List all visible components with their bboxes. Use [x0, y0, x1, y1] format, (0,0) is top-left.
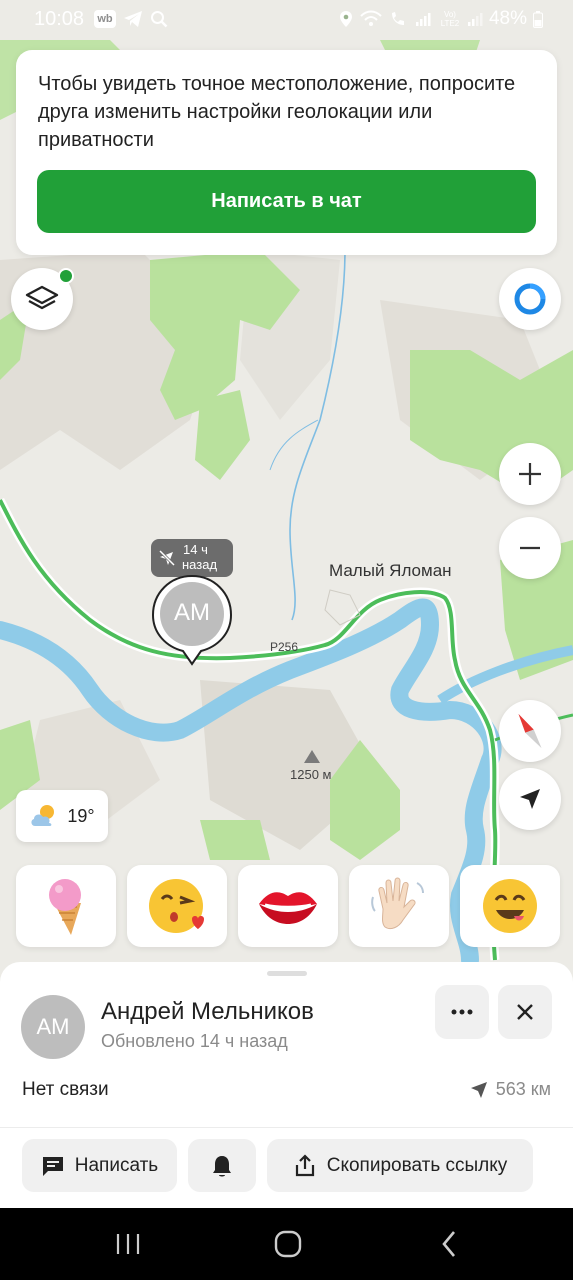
- share-icon: [295, 1153, 314, 1176]
- battery-icon: [533, 10, 543, 28]
- friend-marker-initials: АМ: [174, 599, 210, 626]
- weather-temperature: 19°: [67, 805, 95, 826]
- signal-2-icon: [467, 13, 483, 26]
- contact-updated: Обновлено 14 ч назад: [101, 1031, 288, 1051]
- navigation-arrow-icon: [520, 789, 540, 809]
- partly-cloudy-icon: [31, 805, 55, 826]
- lips-icon: [259, 892, 317, 924]
- friend-marker[interactable]: АМ: [151, 574, 233, 666]
- avatar: АМ: [21, 995, 85, 1059]
- emoji-wave-button[interactable]: [349, 865, 449, 947]
- emoji-ice-cream-button[interactable]: [16, 865, 116, 947]
- compass-button[interactable]: [499, 700, 561, 762]
- wb-app-icon: wb: [94, 10, 116, 28]
- weather-widget[interactable]: 19°: [16, 790, 108, 842]
- emoji-lips-button[interactable]: [238, 865, 338, 947]
- bell-icon: [213, 1155, 231, 1176]
- location-pin-icon: [339, 11, 352, 27]
- more-icon: [451, 1009, 473, 1015]
- search-icon: [151, 11, 168, 28]
- distance: 563 км: [470, 1079, 551, 1100]
- status-time: 10:08: [34, 8, 85, 30]
- waving-hand-icon: [371, 877, 424, 930]
- marker-time-line1: 14 ч: [183, 542, 208, 557]
- copy-link-button[interactable]: Скопировать ссылку: [267, 1139, 533, 1192]
- my-location-button[interactable]: [499, 768, 561, 830]
- more-options-button[interactable]: [435, 985, 489, 1039]
- emoji-reactions: [16, 865, 573, 947]
- kissing-heart-icon: [149, 879, 204, 933]
- no-location-icon: [158, 549, 176, 567]
- compass-icon: [518, 713, 542, 749]
- write-button[interactable]: Написать: [22, 1139, 177, 1192]
- volte-label: Vo) LTE2: [440, 10, 460, 28]
- message-icon: [42, 1156, 63, 1176]
- close-icon: [517, 1004, 533, 1020]
- peak-label: 1250 м: [290, 767, 332, 782]
- assistant-icon: [514, 283, 546, 315]
- copy-link-label: Скопировать ссылку: [326, 1154, 508, 1176]
- wifi-call-icon: [391, 12, 404, 25]
- recent-apps-icon[interactable]: [115, 1232, 141, 1256]
- minus-icon: [520, 546, 540, 550]
- close-button[interactable]: [498, 985, 552, 1039]
- system-nav-bar: [0, 1208, 573, 1280]
- divider: [0, 1127, 573, 1128]
- telegram-icon: [124, 11, 142, 27]
- zoom-out-button[interactable]: [499, 517, 561, 579]
- friend-marker-time-badge: 14 ч назад: [151, 539, 233, 577]
- navigation-arrow-icon: [470, 1081, 487, 1098]
- sheet-grabber[interactable]: [267, 971, 307, 976]
- home-icon[interactable]: [274, 1230, 302, 1258]
- signal-icon: [415, 13, 431, 26]
- emoji-kiss-button[interactable]: [127, 865, 227, 947]
- write-to-chat-button[interactable]: Написать в чат: [37, 170, 536, 233]
- back-icon[interactable]: [441, 1230, 457, 1258]
- connection-status: Нет связи: [22, 1079, 109, 1100]
- distance-value: 563 км: [495, 1079, 551, 1099]
- wifi-icon: [360, 10, 382, 26]
- privacy-banner: Чтобы увидеть точное местоположение, поп…: [16, 50, 557, 255]
- smiling-face-icon: [483, 879, 537, 933]
- notifications-button[interactable]: [188, 1139, 256, 1192]
- zoom-in-button[interactable]: [499, 443, 561, 505]
- road-label: P256: [270, 640, 299, 654]
- assistant-button[interactable]: [499, 268, 561, 330]
- banner-message: Чтобы увидеть точное местоположение, поп…: [38, 73, 516, 151]
- layers-icon: [25, 285, 59, 310]
- status-bar: 10:08 wb Vo) LTE2 48%: [0, 0, 573, 38]
- write-button-label: Написать: [74, 1154, 159, 1176]
- battery-percent: 48%: [488, 8, 527, 29]
- layers-notification-dot: [58, 268, 74, 284]
- village-label: Малый Яломан: [329, 561, 452, 580]
- emoji-smile-button[interactable]: [460, 865, 560, 947]
- plus-icon: [519, 463, 541, 485]
- ice-cream-icon: [49, 879, 81, 935]
- marker-time-line2: назад: [182, 557, 218, 572]
- contact-sheet: АМ Андрей Мельников Обновлено 14 ч назад…: [0, 962, 573, 1208]
- contact-name: Андрей Мельников: [101, 998, 314, 1025]
